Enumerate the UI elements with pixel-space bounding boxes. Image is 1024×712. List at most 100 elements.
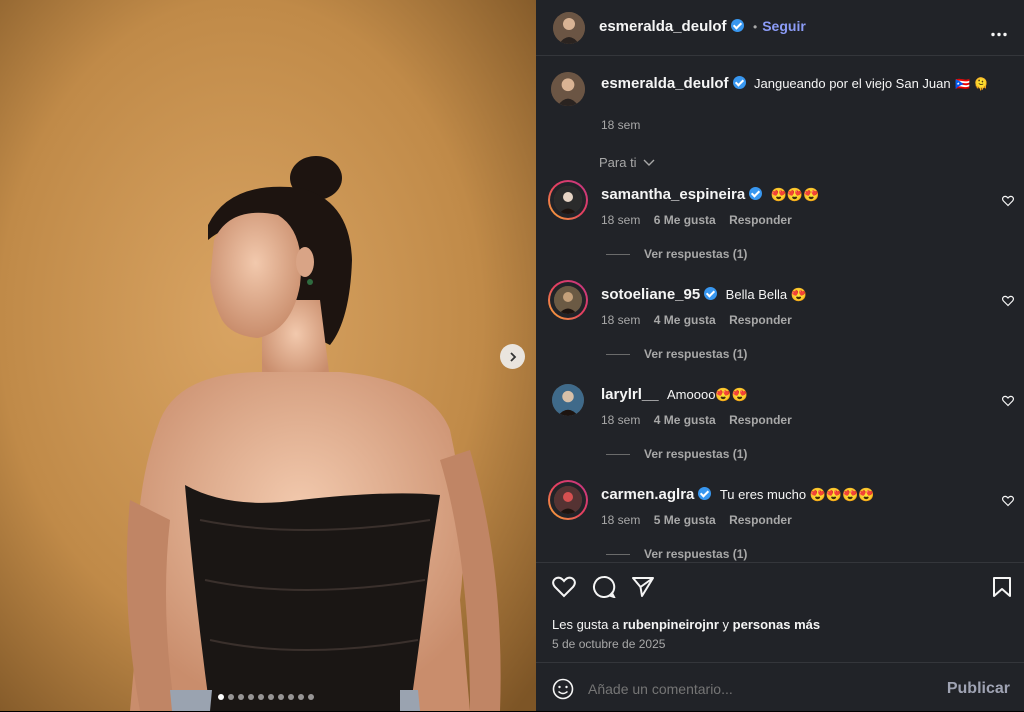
carousel-dot[interactable] — [238, 694, 244, 700]
liker-username[interactable]: rubenpineirojnr — [623, 617, 719, 632]
carousel-indicator — [218, 694, 314, 700]
carousel-dot[interactable] — [248, 694, 254, 700]
comment-likes[interactable]: 5 Me gusta — [654, 513, 716, 527]
more-options-icon[interactable] — [991, 24, 1007, 42]
comment-body: carmen.aglra Tu eres mucho 😍😍😍😍 — [601, 486, 874, 504]
likes-summary: Les gusta a rubenpineirojnr y personas m… — [552, 617, 820, 632]
carousel-dot[interactable] — [258, 694, 264, 700]
comment-body: samantha_espineira 😍😍😍 — [601, 186, 819, 204]
chevron-right-icon — [509, 351, 516, 362]
commenter-username[interactable]: samantha_espineira — [601, 186, 745, 203]
carousel-dot[interactable] — [268, 694, 274, 700]
caption-time: 18 sem — [601, 118, 641, 132]
separator: • — [753, 20, 758, 34]
view-replies-button[interactable]: Ver respuestas (1) — [644, 447, 747, 461]
comment-text: Bella Bella 😍 — [725, 287, 807, 302]
avatar-image — [554, 286, 582, 314]
caption-text: Jangueando por el viejo San Juan — [754, 76, 951, 91]
replies-divider — [606, 254, 630, 255]
comment-body: sotoeliane_95 Bella Bella 😍 — [601, 286, 807, 304]
commenter-username[interactable]: carmen.aglra — [601, 486, 694, 503]
commenter-avatar[interactable] — [554, 286, 582, 314]
next-photo-button[interactable] — [500, 344, 525, 369]
avatar-image — [552, 384, 584, 416]
caption-avatar[interactable] — [551, 72, 585, 106]
commenter-avatar[interactable] — [554, 186, 582, 214]
author-avatar[interactable] — [553, 12, 585, 44]
save-bookmark-icon[interactable] — [992, 576, 1012, 598]
carousel-dot[interactable] — [308, 694, 314, 700]
comment-time: 18 sem — [601, 313, 641, 327]
post-date: 5 de octubre de 2025 — [552, 637, 666, 651]
view-replies-button[interactable]: Ver respuestas (1) — [644, 247, 747, 261]
replies-divider — [606, 554, 630, 555]
comment-time: 18 sem — [601, 413, 641, 427]
comment-body: larylrl__ Amoooo😍😍 — [601, 386, 748, 404]
comment-icon[interactable] — [592, 576, 616, 598]
comment-sort-dropdown[interactable]: Para ti — [599, 155, 655, 170]
like-heart-icon[interactable] — [552, 576, 576, 598]
verified-badge-icon — [732, 76, 746, 89]
comment-meta: 18 sem 5 Me gusta Responder — [601, 513, 792, 527]
post-actions: Les gusta a rubenpineirojnr y personas m… — [536, 562, 1024, 663]
author-username[interactable]: esmeralda_deulof — [599, 18, 727, 35]
comment-input[interactable] — [586, 677, 910, 701]
share-icon[interactable] — [631, 576, 655, 598]
post-image — [0, 0, 536, 711]
comment-like-icon[interactable] — [1002, 295, 1014, 307]
emoji-picker-icon[interactable] — [552, 678, 574, 700]
caption: esmeralda_deulof Jangueando por el viejo… — [601, 75, 1001, 93]
comment-like-icon[interactable] — [1002, 395, 1014, 407]
carousel-dot[interactable] — [288, 694, 294, 700]
comment-meta: 18 sem 4 Me gusta Responder — [601, 413, 792, 427]
sort-label: Para ti — [599, 155, 637, 170]
post-header: esmeralda_deulof • Seguir — [536, 0, 1024, 56]
reply-button[interactable]: Responder — [729, 513, 792, 527]
avatar-image — [554, 186, 582, 214]
reply-button[interactable]: Responder — [729, 213, 792, 227]
verified-badge-icon — [698, 487, 712, 500]
comment-meta: 18 sem 4 Me gusta Responder — [601, 313, 792, 327]
likes-others-link[interactable]: personas más — [733, 617, 820, 632]
comment-time: 18 sem — [601, 513, 641, 527]
replies-divider — [606, 454, 630, 455]
caption-emojis: 🇵🇷 🫠 — [955, 77, 989, 91]
likes-prefix: Les gusta a — [552, 617, 620, 632]
commenter-avatar[interactable] — [554, 486, 582, 514]
commenter-username[interactable]: sotoeliane_95 — [601, 286, 700, 303]
comment-text: 😍😍😍 — [770, 187, 820, 202]
comment-time: 18 sem — [601, 213, 641, 227]
verified-badge-icon — [730, 19, 744, 32]
avatar-image — [553, 12, 585, 44]
comment-like-icon[interactable] — [1002, 495, 1014, 507]
comment-likes[interactable]: 4 Me gusta — [654, 313, 716, 327]
chevron-down-icon — [643, 159, 655, 166]
comment-meta: 18 sem 6 Me gusta Responder — [601, 213, 792, 227]
post-details-panel: esmeralda_deulof • Seguir esmeralda_deulo… — [536, 0, 1024, 711]
carousel-dot[interactable] — [228, 694, 234, 700]
commenter-username[interactable]: larylrl__ — [601, 386, 659, 403]
view-replies-button[interactable]: Ver respuestas (1) — [644, 547, 747, 561]
follow-button[interactable]: Seguir — [762, 18, 806, 34]
likes-connector: y — [722, 617, 730, 632]
post-photo[interactable] — [0, 0, 536, 711]
comment-likes[interactable]: 6 Me gusta — [654, 213, 716, 227]
caption-username[interactable]: esmeralda_deulof — [601, 75, 729, 92]
view-replies-button[interactable]: Ver respuestas (1) — [644, 347, 747, 361]
reply-button[interactable]: Responder — [729, 413, 792, 427]
carousel-dot[interactable] — [218, 694, 224, 700]
commenter-avatar[interactable] — [552, 384, 584, 416]
comment-text: Amoooo😍😍 — [667, 387, 748, 402]
avatar-image — [554, 486, 582, 514]
carousel-dot[interactable] — [298, 694, 304, 700]
publish-button[interactable]: Publicar — [947, 680, 1010, 698]
comment-text: Tu eres mucho 😍😍😍😍 — [719, 487, 875, 502]
comment-like-icon[interactable] — [1002, 195, 1014, 207]
verified-badge-icon — [704, 287, 718, 300]
carousel-dot[interactable] — [278, 694, 284, 700]
replies-divider — [606, 354, 630, 355]
comment-likes[interactable]: 4 Me gusta — [654, 413, 716, 427]
reply-button[interactable]: Responder — [729, 313, 792, 327]
verified-badge-icon — [749, 187, 763, 200]
avatar-image — [551, 72, 585, 106]
